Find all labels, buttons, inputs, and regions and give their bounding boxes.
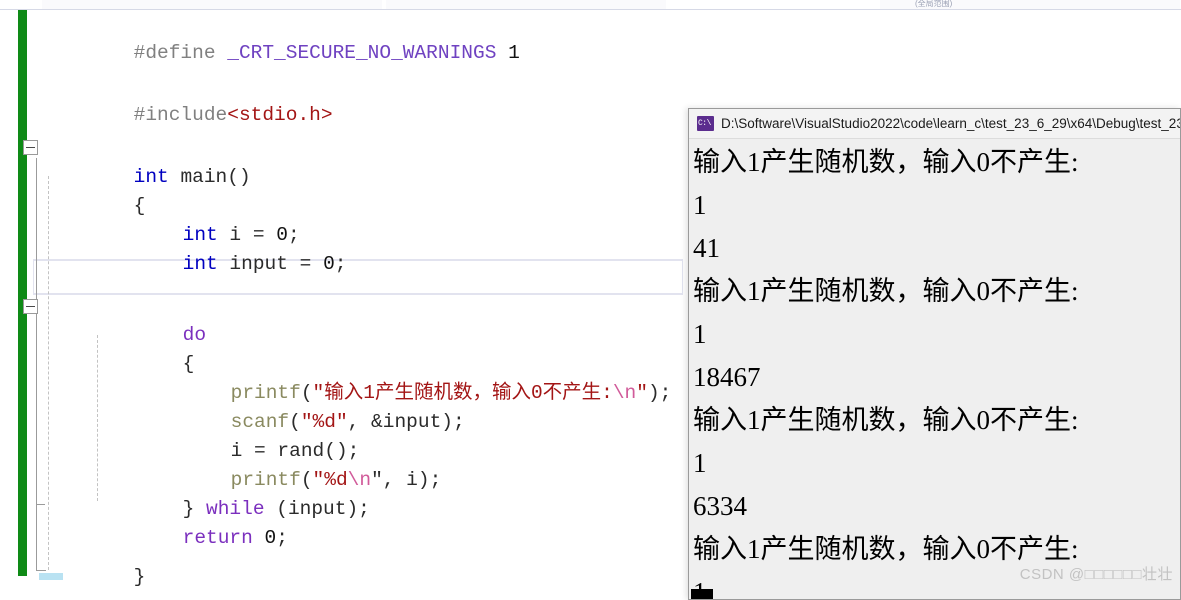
console-caret bbox=[691, 589, 713, 599]
code-text[interactable]: #define _CRT_SECURE_NO_WARNINGS 1 #inclu… bbox=[0, 10, 672, 600]
code-line-3[interactable]: #include<stdio.h> bbox=[40, 72, 333, 126]
console-line: 输入1产生随机数，输入0不产生: bbox=[693, 276, 1079, 306]
console-line: 6334 bbox=[693, 491, 747, 521]
scope-combobox[interactable]: (全局范围) bbox=[915, 0, 952, 8]
code-line-13[interactable]: scanf("%d", &input); bbox=[137, 379, 465, 433]
console-line: 1 bbox=[693, 319, 707, 349]
console-line: 18467 bbox=[693, 362, 761, 392]
code-line-14[interactable]: i = rand(); bbox=[137, 408, 360, 462]
code-line-1[interactable]: #define _CRT_SECURE_NO_WARNINGS 1 bbox=[40, 10, 520, 64]
console-title-text: D:\Software\VisualStudio2022\code\learn_… bbox=[721, 116, 1180, 131]
token-macro-name: _CRT_SECURE_NO_WARNINGS bbox=[227, 42, 497, 64]
console-window[interactable]: D:\Software\VisualStudio2022\code\learn_… bbox=[688, 108, 1181, 600]
code-line-6[interactable]: { bbox=[40, 163, 146, 217]
toolbar-strip: (全局范围) bbox=[0, 0, 1181, 10]
console-title-bar[interactable]: D:\Software\VisualStudio2022\code\learn_… bbox=[689, 109, 1180, 139]
code-line-8[interactable]: int input = 0; bbox=[89, 221, 347, 275]
token-include: #include bbox=[133, 104, 228, 126]
token-escape-n: \n bbox=[612, 382, 637, 404]
code-line-17[interactable]: return 0; bbox=[89, 495, 288, 549]
token-printf-arg: ", i); bbox=[371, 469, 442, 491]
token-define: #define bbox=[133, 42, 216, 64]
token-scanf-arg: , &input); bbox=[347, 411, 465, 433]
console-line: 输入1产生随机数，输入0不产生: bbox=[693, 147, 1079, 177]
console-output-area[interactable]: 输入1产生随机数，输入0不产生: 1 41 输入1产生随机数，输入0不产生: 1… bbox=[689, 139, 1180, 599]
token-main: main() bbox=[180, 166, 251, 188]
token-macro-value: 1 bbox=[508, 42, 520, 64]
token-brace-close-main: } bbox=[133, 566, 146, 588]
console-line: 1 bbox=[693, 190, 707, 220]
code-line-11[interactable]: { bbox=[89, 321, 195, 375]
console-line: 输入1产生随机数，输入0不产生: bbox=[693, 405, 1079, 435]
screen-root: (全局范围) #define _CRT_SECURE_NO_WARNINGS 1… bbox=[0, 0, 1181, 600]
token-return: return bbox=[182, 527, 253, 549]
csdn-watermark: CSDN @□□□□□□壮壮 bbox=[1019, 566, 1173, 583]
console-line: 41 bbox=[693, 233, 720, 263]
console-line: 1 bbox=[693, 448, 707, 478]
code-line-18[interactable]: } bbox=[40, 534, 146, 588]
code-line-7[interactable]: int i = 0; bbox=[89, 192, 300, 246]
code-line-5[interactable]: int main() bbox=[40, 134, 251, 188]
code-line-10[interactable]: do bbox=[89, 292, 206, 346]
code-line-15[interactable]: printf("%d\n", i); bbox=[137, 437, 442, 491]
token-int-input: int bbox=[182, 253, 218, 275]
cmd-console-icon bbox=[697, 116, 714, 131]
code-line-16[interactable]: } while (input); bbox=[89, 466, 370, 520]
token-header: <stdio.h> bbox=[227, 104, 333, 126]
code-line-12[interactable]: printf("输入1产生随机数，输入0不产生:\n"); bbox=[137, 350, 672, 404]
